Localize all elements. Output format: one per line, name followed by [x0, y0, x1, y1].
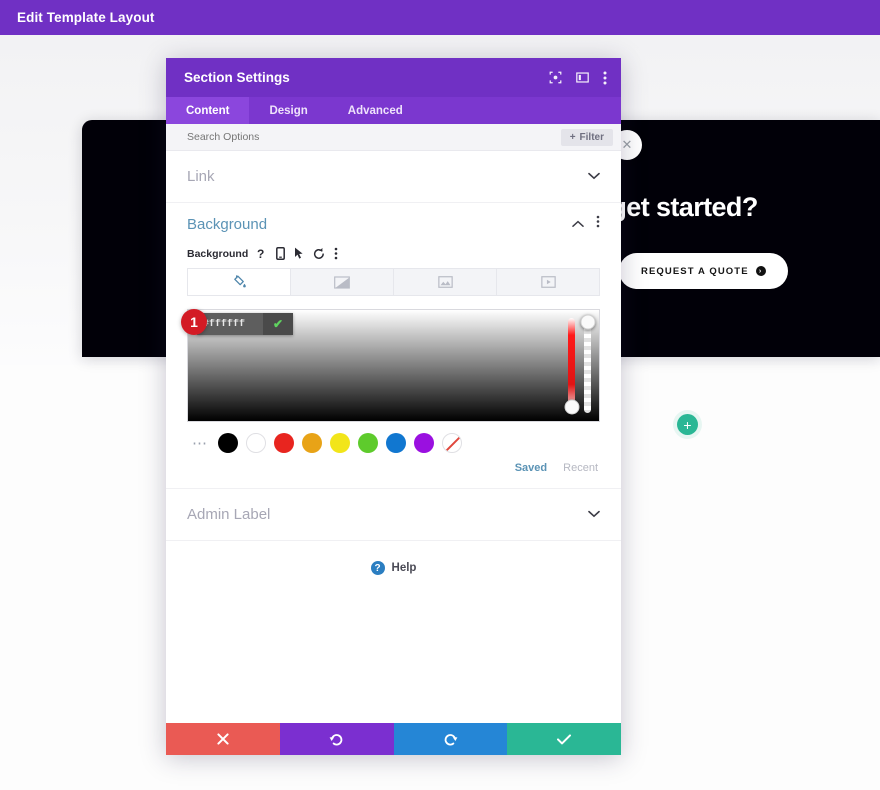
palette-tab-recent[interactable]: Recent	[563, 462, 598, 474]
background-gradient-tab[interactable]	[291, 268, 394, 296]
confirm-color-button[interactable]: ✔	[263, 313, 293, 335]
swatch-orange[interactable]	[302, 433, 322, 453]
tab-content[interactable]: Content	[166, 97, 250, 124]
layout-toggle-icon[interactable]	[576, 71, 589, 84]
background-option-row: Background ?	[187, 247, 600, 260]
color-picker: 1 ✔	[181, 309, 600, 474]
modal-title: Section Settings	[184, 70, 290, 85]
focus-icon[interactable]	[549, 71, 562, 84]
background-video-tab[interactable]	[497, 268, 600, 296]
swatch-purple[interactable]	[414, 433, 434, 453]
help-link[interactable]: ? Help	[166, 541, 621, 595]
section-settings-modal: Section Settings Content Design Advanced…	[166, 58, 621, 755]
save-button[interactable]	[507, 723, 621, 755]
swatch-none[interactable]	[442, 433, 462, 453]
more-options-icon[interactable]	[603, 71, 607, 85]
search-bar: + Filter	[166, 124, 621, 151]
redo-button[interactable]	[393, 723, 508, 755]
cancel-button[interactable]	[166, 723, 280, 755]
filter-label: Filter	[579, 131, 604, 143]
modal-header-icons	[549, 71, 607, 85]
accordion-link-label: Link	[187, 168, 215, 185]
background-more-icon[interactable]	[596, 215, 600, 233]
undo-button[interactable]	[279, 723, 394, 755]
chevron-up-icon[interactable]	[572, 215, 584, 233]
hover-cursor-icon[interactable]	[294, 247, 304, 260]
tab-design[interactable]: Design	[249, 97, 327, 124]
help-label: Help	[391, 562, 417, 574]
chevron-down-icon	[588, 171, 600, 183]
hue-slider-handle[interactable]	[564, 399, 579, 415]
accordion-link[interactable]: Link	[166, 151, 621, 203]
color-swatch-row: ⋯	[187, 433, 600, 453]
background-header[interactable]: Background	[187, 203, 600, 245]
settings-panel-body: Link Background Background ? 1 #ffffff ✔…	[166, 151, 621, 723]
plus-icon: +	[569, 131, 576, 143]
background-type-tabs	[187, 268, 600, 296]
admin-bar-title: Edit Template Layout	[17, 10, 155, 25]
swatch-white[interactable]	[246, 433, 266, 453]
option-more-icon[interactable]	[334, 247, 338, 260]
step-badge: 1	[181, 309, 207, 335]
modal-header: Section Settings	[166, 58, 621, 97]
hue-slider[interactable]	[564, 318, 579, 415]
filter-button[interactable]: + Filter	[560, 128, 613, 146]
modal-action-bar	[166, 723, 621, 755]
accordion-background: Background Background ? 1 #ffffff ✔ ⋯ Sa…	[166, 203, 621, 489]
swatch-yellow[interactable]	[330, 433, 350, 453]
request-quote-button[interactable]: REQUEST A QUOTE ›	[619, 253, 788, 289]
help-icon: ?	[370, 561, 385, 575]
request-quote-label: REQUEST A QUOTE	[641, 265, 749, 277]
background-image-tab[interactable]	[394, 268, 497, 296]
swatch-more-icon[interactable]: ⋯	[192, 436, 208, 451]
responsive-icon[interactable]	[276, 247, 286, 260]
accordion-admin-label[interactable]: Admin Label	[166, 489, 621, 541]
add-section-button[interactable]: +	[677, 414, 698, 435]
admin-bar: Edit Template Layout	[0, 0, 880, 35]
palette-tab-saved[interactable]: Saved	[515, 462, 547, 474]
chevron-down-icon	[588, 509, 600, 521]
search-input[interactable]	[187, 131, 561, 143]
swatch-black[interactable]	[218, 433, 238, 453]
swatch-green[interactable]	[358, 433, 378, 453]
background-option-label: Background	[187, 247, 249, 260]
tab-advanced[interactable]: Advanced	[328, 97, 423, 124]
alpha-slider-handle[interactable]	[580, 314, 595, 330]
screen: Edit Template Layout ed to get started? …	[0, 0, 880, 790]
modal-tabs: Content Design Advanced	[166, 97, 621, 124]
swatch-blue[interactable]	[386, 433, 406, 453]
alpha-slider[interactable]	[580, 314, 595, 413]
reset-icon[interactable]	[313, 247, 325, 260]
background-color-tab[interactable]	[187, 268, 291, 296]
svg-text:?: ?	[257, 247, 264, 260]
accordion-admin-label-text: Admin Label	[187, 506, 271, 523]
background-title: Background	[187, 215, 268, 233]
palette-tabs: Saved Recent	[187, 462, 600, 474]
hex-color-input[interactable]	[197, 313, 263, 335]
swatch-red[interactable]	[274, 433, 294, 453]
arrow-circle-icon: ›	[755, 266, 766, 276]
color-sliders	[564, 314, 595, 415]
background-header-icons	[572, 215, 600, 233]
hex-input-group: 1 ✔	[181, 309, 293, 335]
help-icon[interactable]: ?	[257, 247, 267, 260]
